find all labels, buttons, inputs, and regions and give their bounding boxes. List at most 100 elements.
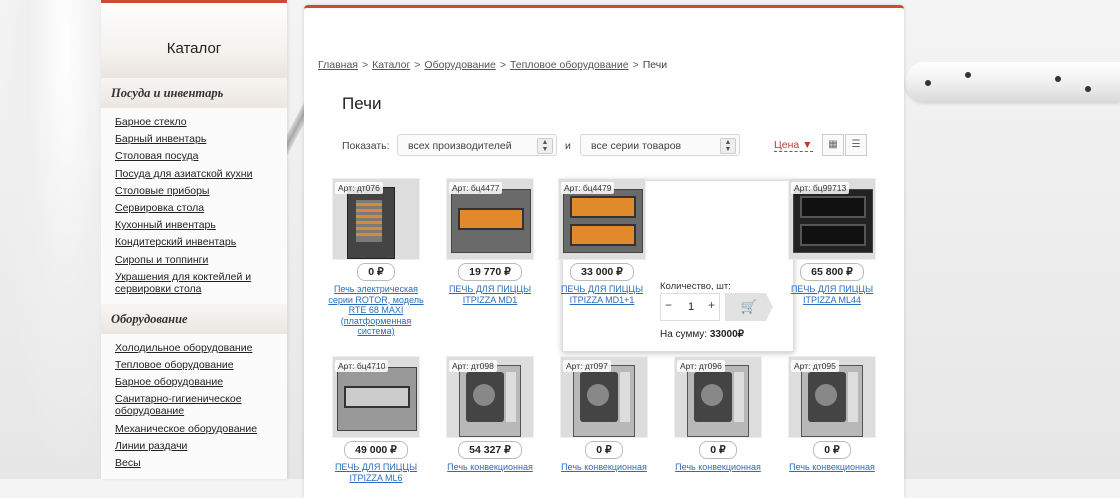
product-name-link[interactable]: Печь конвекционная [782, 462, 882, 473]
menu-link[interactable]: Барный инвентарь [115, 133, 206, 145]
product-price: 49 000 ₽ [344, 441, 408, 459]
product-price: 0 ₽ [699, 441, 737, 459]
menu-item[interactable]: Барное оборудование [115, 376, 287, 388]
menu-item[interactable]: Посуда для азиатской кухни [115, 168, 287, 180]
menu-link[interactable]: Кухонный инвентарь [115, 219, 216, 231]
menu-link[interactable]: Весы [115, 457, 141, 469]
product-name-link[interactable]: Печь конвекционная [554, 462, 654, 473]
menu-item[interactable]: Сервировка стола [115, 202, 287, 214]
select-arrows-icon: ▲ ▼ [537, 138, 553, 154]
product-name-link[interactable]: Печь конвекционная [440, 462, 540, 473]
menu-link[interactable]: Холодильное оборудование [115, 342, 252, 354]
menu-link[interactable]: Сервировка стола [115, 202, 204, 214]
product-image[interactable]: Арт: дт096 [674, 356, 762, 438]
select-arrows-icon: ▲ ▼ [720, 138, 736, 154]
menu-item[interactable]: Столовая посуда [115, 150, 287, 162]
product-card[interactable]: Арт: дт097 0 ₽ Печь конвекционная [554, 356, 654, 473]
menu-item[interactable]: Украшения для коктейлей и сервировки сто… [115, 271, 265, 295]
breadcrumb-equipment[interactable]: Оборудование [424, 59, 495, 71]
product-name-link[interactable]: ПЕЧЬ ДЛЯ ПИЦЦЫ ITPIZZA MD1+1 [552, 284, 652, 305]
product-article: Арт: дт095 [791, 360, 839, 372]
product-image[interactable]: Арт: дт076 [332, 178, 420, 260]
menu-item[interactable]: Весы [115, 457, 287, 469]
breadcrumb-separator: > [361, 59, 369, 71]
product-image[interactable]: Арт: дт095 [788, 356, 876, 438]
product-card[interactable]: Арт: дт095 0 ₽ Печь конвекционная [782, 356, 882, 473]
menu-link[interactable]: Посуда для азиатской кухни [115, 168, 252, 180]
product-name-link[interactable]: Печь конвекционная [668, 462, 768, 473]
decrease-button[interactable]: − [665, 298, 672, 312]
menu-item[interactable]: Тепловое оборудование [115, 359, 287, 371]
product-card[interactable]: Арт: бц4710 49 000 ₽ ПЕЧЬ ДЛЯ ПИЦЦЫ ITPI… [326, 356, 426, 483]
product-image[interactable]: Арт: бц4710 [332, 356, 420, 438]
grid-view-button[interactable]: ▦ [822, 134, 844, 156]
product-card[interactable]: Арт: дт076 0 ₽ Печь электрическая серии … [326, 178, 426, 337]
section-title-equipment: Оборудование [101, 303, 287, 334]
product-price: 19 770 ₽ [458, 263, 522, 281]
menu-item[interactable]: Кухонный инвентарь [115, 219, 287, 231]
add-to-cart-button[interactable]: 🛒 [725, 293, 773, 321]
menu-link[interactable]: Механическое оборудование [115, 423, 257, 435]
product-image[interactable]: Арт: бц4477 [446, 178, 534, 260]
product-card[interactable]: Арт: бц4477 19 770 ₽ ПЕЧЬ ДЛЯ ПИЦЦЫ ITPI… [440, 178, 540, 305]
menu-item[interactable]: Барный инвентарь [115, 133, 287, 145]
oven-image [337, 367, 417, 431]
menu-item[interactable]: Кондитерский инвентарь [115, 236, 287, 248]
menu-link[interactable]: Барное оборудование [115, 376, 223, 388]
menu-link[interactable]: Барное стекло [115, 116, 187, 128]
sort-by-price[interactable]: Цена ▼ [774, 140, 813, 152]
menu-link[interactable]: Украшения для коктейлей и сервировки сто… [115, 271, 251, 295]
product-article: Арт: бц4479 [561, 182, 615, 194]
sum-total: На сумму: 33000₽ [660, 329, 744, 340]
sort-arrow-icon: ▼ [802, 139, 813, 151]
product-card[interactable]: Арт: дт096 0 ₽ Печь конвекционная [668, 356, 768, 473]
menu-item[interactable]: Столовые приборы [115, 185, 287, 197]
menu-link[interactable]: Санитарно-гигиеническое оборудование [115, 393, 242, 417]
menu-item[interactable]: Сиропы и топпинги [115, 254, 287, 266]
quantity-input[interactable]: 1 [683, 301, 699, 313]
breadcrumb-catalog[interactable]: Каталог [372, 59, 410, 71]
product-card[interactable]: Арт: бц4479 33 000 ₽ ПЕЧЬ ДЛЯ ПИЦЦЫ ITPI… [552, 178, 652, 305]
product-name-link[interactable]: Печь электрическая серии ROTOR, модель R… [326, 284, 426, 337]
product-image[interactable]: Арт: бц4479 [558, 178, 646, 260]
increase-button[interactable]: + [708, 298, 715, 312]
menu-link[interactable]: Кондитерский инвентарь [115, 236, 236, 248]
breadcrumb: Главная > Каталог > Оборудование > Тепловое об… [318, 59, 667, 71]
list-view-button[interactable]: ☰ [845, 134, 867, 156]
product-name-link[interactable]: ПЕЧЬ ДЛЯ ПИЦЦЫ ITPIZZA MD1 [440, 284, 540, 305]
product-name-link[interactable]: ПЕЧЬ ДЛЯ ПИЦЦЫ ITPIZZA ML44 [782, 284, 882, 305]
oven-image [793, 189, 873, 253]
background-birch-branch [905, 62, 1120, 102]
menu-link[interactable]: Столовая посуда [115, 150, 199, 162]
menu-link[interactable]: Линии раздачи [115, 440, 187, 452]
menu-item[interactable]: Холодильное оборудование [115, 342, 287, 354]
menu-item[interactable]: Санитарно-гигиеническое оборудование [115, 393, 255, 417]
product-price: 65 800 ₽ [800, 263, 864, 281]
and-label: и [565, 140, 571, 152]
product-card[interactable]: Арт: дт098 54 327 ₽ Печь конвекционная [440, 356, 540, 473]
oven-image [573, 365, 635, 437]
manufacturer-value: всех производителей [408, 140, 512, 152]
product-name-link[interactable]: ПЕЧЬ ДЛЯ ПИЦЦЫ ITPIZZA ML6 [326, 462, 426, 483]
menu-link[interactable]: Сиропы и топпинги [115, 254, 208, 266]
product-card[interactable]: Арт: бц99713 65 800 ₽ ПЕЧЬ ДЛЯ ПИЦЦЫ ITP… [782, 178, 882, 305]
series-select[interactable]: все серии товаров ▲ ▼ [580, 134, 740, 156]
manufacturer-select[interactable]: всех производителей ▲ ▼ [397, 134, 557, 156]
menu-item[interactable]: Линии раздачи [115, 440, 287, 452]
breadcrumb-thermal[interactable]: Тепловое оборудование [510, 59, 629, 71]
quantity-label: Количество, шт: [660, 281, 731, 292]
product-article: Арт: бц4710 [335, 360, 389, 372]
breadcrumb-home[interactable]: Главная [318, 59, 358, 71]
product-price: 54 327 ₽ [458, 441, 522, 459]
breadcrumb-separator: > [632, 59, 639, 71]
product-image[interactable]: Арт: дт098 [446, 356, 534, 438]
menu-link[interactable]: Тепловое оборудование [115, 359, 234, 371]
menu-link[interactable]: Столовые приборы [115, 185, 209, 197]
quantity-stepper[interactable]: − 1 + [660, 293, 720, 321]
grid-icon: ▦ [828, 139, 838, 150]
product-image[interactable]: Арт: бц99713 [788, 178, 876, 260]
menu-item[interactable]: Барное стекло [115, 116, 287, 128]
product-image[interactable]: Арт: дт097 [560, 356, 648, 438]
section-title-tableware: Посуда и инвентарь [101, 78, 287, 108]
menu-item[interactable]: Механическое оборудование [115, 423, 287, 435]
